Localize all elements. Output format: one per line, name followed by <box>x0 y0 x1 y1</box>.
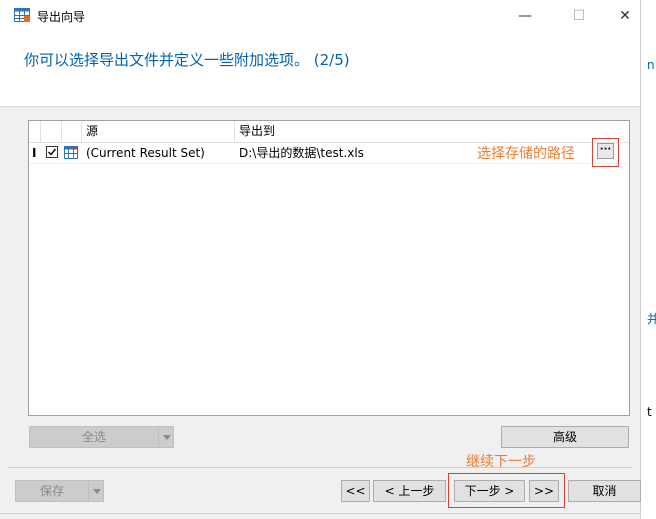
column-header-source[interactable]: 源 <box>82 121 235 142</box>
wizard-step-description: 你可以选择导出文件并定义一些附加选项。 (2/5) <box>24 51 350 69</box>
select-all-label: 全选 <box>81 430 106 444</box>
window-title: 导出向导 <box>37 10 86 24</box>
maximize-button[interactable]: ☐ <box>556 0 602 31</box>
chevron-down-icon[interactable] <box>88 481 105 501</box>
wizard-header: 你可以选择导出文件并定义一些附加选项。 (2/5) <box>0 31 640 107</box>
title-bar[interactable]: 导出向导 — ☐ ✕ <box>0 0 640 31</box>
chevron-down-icon[interactable] <box>158 427 175 447</box>
grid-header: 源 导出到 <box>29 121 629 143</box>
background-window: n 并 t <box>640 0 656 519</box>
cancel-button[interactable]: 取消 <box>568 480 641 502</box>
annotation-highlight-next <box>448 473 565 508</box>
export-files-grid[interactable]: 源 导出到 I (Current Result Set) D:\导出的数据\te… <box>28 120 630 416</box>
previous-step-button[interactable]: < 上一步 <box>373 480 446 502</box>
export-wizard-dialog: 导出向导 — ☐ ✕ 你可以选择导出文件并定义一些附加选项。 (2/5) 源 导… <box>0 0 641 514</box>
grid-header-icon-cell <box>62 121 82 142</box>
table-grid-icon <box>14 8 30 22</box>
first-step-button[interactable]: << <box>341 480 370 502</box>
select-all-split-button[interactable]: 全选 <box>29 426 174 448</box>
background-text-fragment: 并 <box>647 312 656 326</box>
column-header-export-to[interactable]: 导出到 <box>235 121 629 142</box>
check-icon <box>48 148 57 156</box>
export-path-cell[interactable]: D:\导出的数据\test.xls <box>235 143 475 163</box>
save-label: 保存 <box>39 484 64 498</box>
save-split-button[interactable]: 保存 <box>15 480 104 502</box>
grid-header-marker-cell <box>29 121 41 142</box>
minimize-button[interactable]: — <box>502 0 548 31</box>
row-cursor-marker: I <box>32 146 37 160</box>
annotation-next-step: 继续下一步 <box>466 454 536 470</box>
annotation-choose-path: 选择存储的路径 <box>477 146 575 162</box>
browse-path-button[interactable]: ··· <box>597 143 614 159</box>
background-text-fragment: n <box>647 58 655 72</box>
advanced-button[interactable]: 高级 <box>501 426 629 448</box>
close-button[interactable]: ✕ <box>602 0 648 31</box>
row-checkbox[interactable] <box>46 146 58 158</box>
grid-header-check-cell <box>41 121 62 142</box>
footer-separator <box>8 467 632 468</box>
result-set-table-icon <box>64 146 78 159</box>
background-text-fragment: t <box>647 405 652 419</box>
source-cell[interactable]: (Current Result Set) <box>82 143 235 163</box>
